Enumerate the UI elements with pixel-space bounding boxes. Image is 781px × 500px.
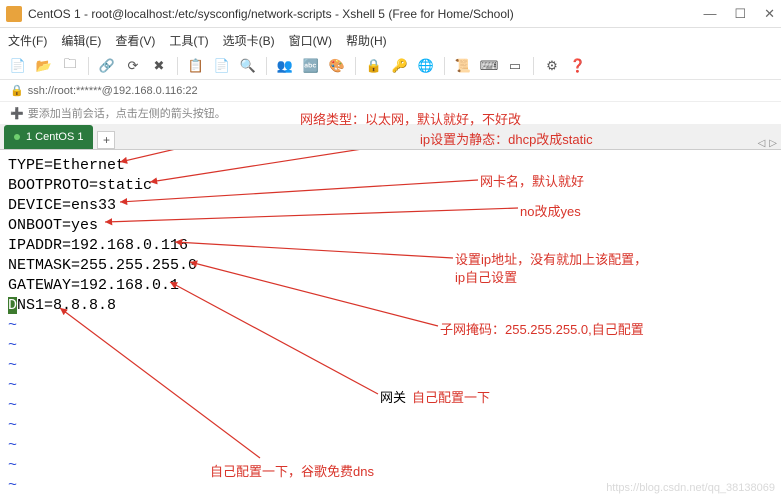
close-button[interactable]: ✕ [764,6,775,22]
window-titlebar: CentOS 1 - root@localhost:/etc/sysconfig… [0,0,781,28]
window-icon[interactable]: ▭ [505,56,525,76]
tilde-line: ~ [8,436,773,456]
folder-icon[interactable]: 🗀 [60,56,80,76]
maximize-button[interactable]: ☐ [734,6,746,22]
cfg-line-dns: DNS1=8.8.8.8 [8,296,773,316]
tilde-line: ~ [8,456,773,476]
new-icon[interactable]: 📄 [8,56,28,76]
menu-edit[interactable]: 编辑(E) [61,32,101,49]
search-icon[interactable]: 🔍 [238,56,258,76]
separator [266,57,267,75]
cfg-line-type: TYPE=Ethernet [8,156,773,176]
menu-window[interactable]: 窗口(W) [289,32,332,49]
open-icon[interactable]: 📂 [34,56,54,76]
help-icon[interactable]: ❓ [568,56,588,76]
ssh-address-bar[interactable]: 🔒 ssh://root:******@192.168.0.116:22 [0,80,781,102]
users-icon[interactable]: 👥 [275,56,295,76]
annot-network-type: 网络类型：以太网，默认就好，不好改 [300,110,521,130]
lock-icon[interactable]: 🔒 [364,56,384,76]
globe-icon[interactable]: 🌐 [416,56,436,76]
tilde-line: ~ [8,316,773,336]
cfg-line-netmask: NETMASK=255.255.255.0 [8,256,773,276]
watermark: https://blog.csdn.net/qq_38138069 [606,482,775,494]
cfg-line-device: DEVICE=ens33 [8,196,773,216]
tilde-line: ~ [8,336,773,356]
gear-icon[interactable]: ⚙ [542,56,562,76]
minimize-button[interactable]: — [703,6,716,22]
terminal-icon[interactable]: ⌨ [479,56,499,76]
hint-text: 要添加当前会话，点击左侧的箭头按钮。 [28,105,226,121]
window-controls: — ☐ ✕ [703,6,775,22]
annot-static-ip: ip设置为静态：dhcp改成static [420,130,593,150]
color-icon[interactable]: 🎨 [327,56,347,76]
tilde-line: ~ [8,356,773,376]
window-title: CentOS 1 - root@localhost:/etc/sysconfig… [28,7,703,21]
annot-nic-name: 网卡名，默认就好 [480,172,584,192]
terminal-area[interactable]: TYPE=Ethernet BOOTPROTO=static DEVICE=en… [0,150,781,500]
tab-label: 1 CentOS 1 [26,131,83,143]
annot-ipaddr-1: 设置ip地址，没有就加上该配置， [455,250,647,270]
script-icon[interactable]: 📜 [453,56,473,76]
menu-bar: 文件(F) 编辑(E) 查看(V) 工具(T) 选项卡(B) 窗口(W) 帮助(… [0,28,781,52]
menu-tools[interactable]: 工具(T) [169,32,208,49]
add-tab-button[interactable]: + [97,131,115,149]
reconnect-icon[interactable]: ⟳ [123,56,143,76]
cfg-line-bootproto: BOOTPROTO=static [8,176,773,196]
annot-dns: 自己配置一下，谷歌免费dns [210,462,374,482]
cfg-line-ipaddr: IPADDR=192.168.0.116 [8,236,773,256]
ssh-address-text: ssh://root:******@192.168.0.116:22 [28,85,198,97]
app-icon [6,6,22,22]
separator [177,57,178,75]
copy-icon[interactable]: 📋 [186,56,206,76]
tab-prev-icon[interactable]: ◁ [758,138,766,149]
link-icon[interactable]: 🔗 [97,56,117,76]
separator [533,57,534,75]
annot-gateway-text: 自己配置一下 [412,388,490,408]
disconnect-icon[interactable]: ✖ [149,56,169,76]
font-icon[interactable]: 🔤 [301,56,321,76]
key-icon[interactable]: 🔑 [390,56,410,76]
menu-view[interactable]: 查看(V) [115,32,155,49]
cfg-line-onboot: ONBOOT=yes [8,216,773,236]
annot-ipaddr-2: ip自己设置 [455,268,517,288]
toolbar: 📄 📂 🗀 🔗 ⟳ ✖ 📋 📄 🔍 👥 🔤 🎨 🔒 🔑 🌐 📜 ⌨ ▭ ⚙ ❓ [0,52,781,80]
cursor-highlight: D [8,297,17,314]
add-session-icon[interactable]: ➕ [10,107,24,120]
separator [355,57,356,75]
separator [88,57,89,75]
annot-gateway-label: 网关 [380,388,406,408]
tilde-line: ~ [8,416,773,436]
tab-nav: ◁ ▷ [758,138,777,149]
tab-centos1[interactable]: 1 CentOS 1 [4,125,93,149]
cfg-line-gateway: GATEWAY=192.168.0.1 [8,276,773,296]
menu-tabs[interactable]: 选项卡(B) [223,32,275,49]
separator [444,57,445,75]
annot-netmask: 子网掩码：255.255.255.0,自己配置 [440,320,644,340]
menu-help[interactable]: 帮助(H) [346,32,387,49]
status-dot-icon [14,134,20,140]
menu-file[interactable]: 文件(F) [8,32,47,49]
tab-next-icon[interactable]: ▷ [769,138,777,149]
lock-icon: 🔒 [10,84,24,97]
paste-icon[interactable]: 📄 [212,56,232,76]
annot-onboot: no改成yes [520,202,581,222]
